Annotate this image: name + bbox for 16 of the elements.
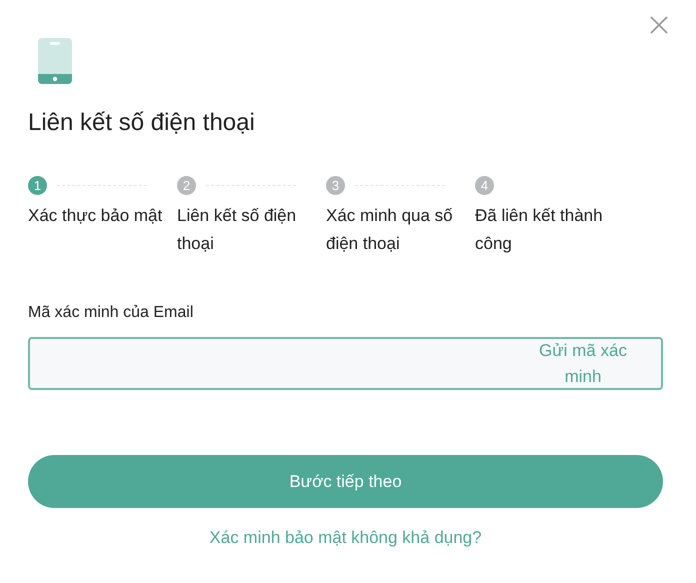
next-step-button[interactable]: Bước tiếp theo: [28, 455, 663, 508]
step-label: Xác minh qua số điện thoại: [326, 205, 454, 255]
code-input-field[interactable]: Gửi mã xác minh: [28, 337, 663, 390]
help-link[interactable]: Xác minh bảo mật không khả dụng?: [209, 528, 482, 548]
field-label: Mã xác minh của Email: [28, 303, 194, 323]
dialog-title: Liên kết số điện thoại: [28, 108, 256, 138]
close-icon[interactable]: [649, 15, 669, 35]
send-code-button[interactable]: Gửi mã xác minh: [533, 338, 633, 390]
step-label: Đã liên kết thành công: [475, 205, 604, 255]
step-label: Liên kết số điện thoại: [177, 205, 298, 255]
step-number: 4: [475, 176, 494, 194]
step-number: 3: [326, 176, 345, 194]
step-label: Xác thực bảo mật: [28, 205, 164, 227]
step-number: 2: [177, 176, 196, 194]
phone-icon: [38, 38, 72, 84]
step-number: 1: [28, 176, 47, 194]
